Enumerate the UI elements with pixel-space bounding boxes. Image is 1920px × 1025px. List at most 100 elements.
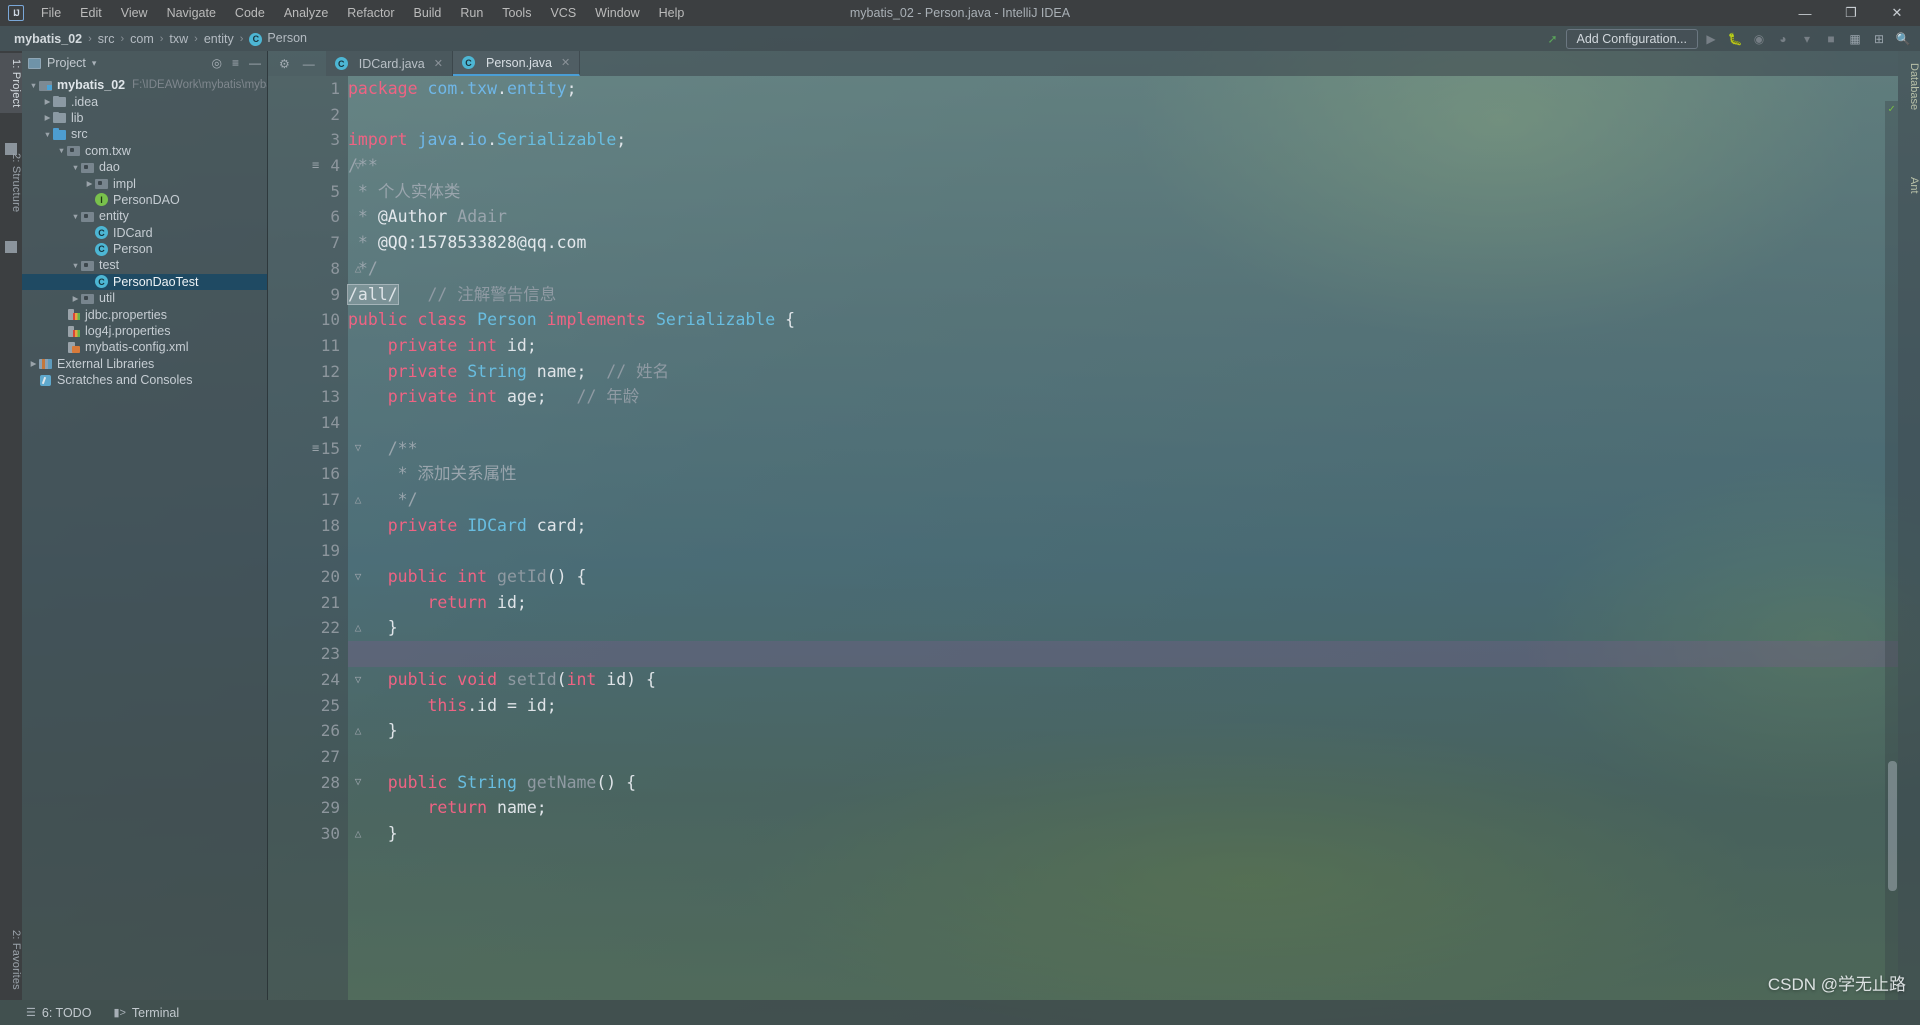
code-line[interactable]: * @Author Adair (348, 204, 1898, 230)
tree-node-persondao[interactable]: I PersonDAO (22, 192, 267, 208)
breadcrumb-project[interactable]: mybatis_02 (9, 30, 87, 48)
line-number-gutter[interactable]: 1 2 3 ≡ 4 ▽ 5 6 7 8 △ 9 10 11 12 13 14 ≡ 15 ▽ 16 17 △ 18 19 20 ▽ 21… (268, 76, 362, 1000)
code-line[interactable]: private IDCard card; (348, 513, 1898, 539)
hide-panel-icon[interactable]: — (249, 56, 261, 70)
minimize-button[interactable]: — (1782, 0, 1828, 26)
gutter-line[interactable]: 27 (268, 744, 348, 770)
code-line[interactable]: import java.io.Serializable; (348, 127, 1898, 153)
search-everywhere-icon[interactable]: 🔍 (1892, 28, 1914, 49)
chevron-right-icon[interactable]: ▶ (70, 294, 81, 303)
code-line[interactable]: * @QQ:1578533828@qq.com (348, 230, 1898, 256)
settings-gear-icon[interactable]: ⚙ (279, 57, 290, 71)
gutter-line[interactable]: 21 (268, 590, 348, 616)
breadcrumb-item-com[interactable]: com (125, 30, 159, 48)
gutter-line[interactable]: 7 (268, 230, 348, 256)
gutter-line[interactable]: ≡ 4 ▽ (268, 153, 361, 179)
gutter-line[interactable]: 14 (268, 410, 348, 436)
target-icon[interactable]: ◎ (212, 56, 222, 70)
add-configuration-button[interactable]: Add Configuration... (1565, 28, 1698, 49)
code-line[interactable]: } (348, 615, 1898, 641)
gutter-line[interactable]: 18 (268, 513, 348, 539)
chevron-down-icon[interactable]: ▾ (92, 58, 97, 69)
editor-scrollbar[interactable]: ✓ (1885, 101, 1898, 1000)
tree-node-src[interactable]: ▼ src (22, 126, 267, 142)
gutter-line[interactable]: 3 (268, 127, 348, 153)
maximize-button[interactable]: ❐ (1828, 0, 1874, 26)
code-line[interactable]: */ (348, 487, 1898, 513)
menu-item-vcs[interactable]: VCS (541, 2, 585, 24)
select-opened-file-icon[interactable]: ⊞ (1868, 28, 1890, 49)
gutter-line[interactable]: 11 (268, 333, 348, 359)
profiler-icon[interactable]: ◕ (1772, 28, 1794, 49)
chevron-down-icon[interactable]: ▾ (1796, 28, 1818, 49)
breadcrumb-item-txw[interactable]: txw (164, 30, 193, 48)
tree-node-util[interactable]: ▶ util (22, 290, 267, 306)
sidebar-item-project[interactable]: 1: Project (0, 53, 22, 114)
code-line[interactable] (348, 538, 1898, 564)
menu-item-window[interactable]: Window (586, 2, 648, 24)
scrollbar-thumb[interactable] (1888, 761, 1897, 891)
close-button[interactable]: ✕ (1874, 0, 1920, 26)
chevron-down-icon[interactable]: ▼ (70, 163, 81, 172)
gutter-line[interactable]: 2 (268, 102, 348, 128)
code-line[interactable] (348, 102, 1898, 128)
menu-item-tools[interactable]: Tools (493, 2, 540, 24)
breadcrumb-item-src[interactable]: src (93, 30, 120, 48)
gutter-line[interactable]: 29 (268, 795, 348, 821)
code-line[interactable] (348, 641, 1898, 667)
tree-node--idea[interactable]: ▶ .idea (22, 93, 267, 109)
code-line[interactable]: public int getId() { (348, 564, 1898, 590)
editor-tab-idcard-java[interactable]: C IDCard.java ✕ (325, 51, 453, 76)
code-line[interactable] (348, 410, 1898, 436)
menu-item-help[interactable]: Help (650, 2, 694, 24)
tree-node-dao[interactable]: ▼ dao (22, 159, 267, 175)
chevron-right-icon[interactable]: ▶ (42, 97, 53, 106)
gutter-line[interactable]: 25 (268, 693, 348, 719)
gutter-line[interactable]: 20 ▽ (268, 564, 362, 590)
menu-item-edit[interactable]: Edit (71, 2, 111, 24)
code-line[interactable]: } (348, 718, 1898, 744)
code-line[interactable]: */ (348, 256, 1898, 282)
code-editor[interactable]: 1 2 3 ≡ 4 ▽ 5 6 7 8 △ 9 10 11 12 13 14 ≡ 15 ▽ 16 17 △ 18 19 20 ▽ 21… (268, 76, 1898, 1000)
menu-item-code[interactable]: Code (226, 2, 274, 24)
debug-icon[interactable]: 🐛 (1724, 28, 1746, 49)
tree-node-persondaotest[interactable]: C PersonDaoTest (22, 273, 267, 291)
javadoc-annotation-icon[interactable]: ≡ (312, 436, 326, 462)
collapse-all-icon[interactable]: ≡ (232, 56, 239, 70)
status-terminal-button[interactable]: ▮> Terminal (113, 1006, 179, 1020)
code-content[interactable]: package com.txw.entity; import java.io.S… (347, 76, 1898, 1000)
menu-item-navigate[interactable]: Navigate (158, 2, 225, 24)
gutter-line[interactable]: 28 ▽ (268, 770, 362, 796)
gutter-line[interactable]: 5 (268, 179, 348, 205)
chevron-down-icon[interactable]: ▼ (70, 261, 81, 270)
gutter-line[interactable]: 9 (268, 282, 348, 308)
tree-node-mybatis-02[interactable]: ▼ mybatis_02 F:\IDEAWork\mybatis\mybatis_0… (22, 77, 267, 93)
menu-item-refactor[interactable]: Refactor (338, 2, 403, 24)
code-line[interactable]: private int age; // 年龄 (348, 384, 1898, 410)
code-line[interactable]: package com.txw.entity; (348, 76, 1898, 102)
run-coverage-icon[interactable]: ◉ (1748, 28, 1770, 49)
run-icon[interactable]: ▶ (1700, 28, 1722, 49)
code-line[interactable]: /** (348, 153, 1898, 179)
chevron-down-icon[interactable]: ▼ (70, 212, 81, 221)
sidebar-item-database[interactable]: Database (1898, 57, 1920, 116)
tree-node-impl[interactable]: ▶ impl (22, 175, 267, 191)
code-line[interactable]: private int id; (348, 333, 1898, 359)
breadcrumb-file[interactable]: C Person (244, 29, 312, 48)
project-tree[interactable]: ▼ mybatis_02 F:\IDEAWork\mybatis\mybatis_0… (22, 75, 267, 1000)
gutter-line[interactable]: 13 (268, 384, 348, 410)
menu-item-build[interactable]: Build (405, 2, 451, 24)
tree-node-mybatis-config-xml[interactable]: mybatis-config.xml (22, 339, 267, 355)
sidebar-item-favorites[interactable]: 2: Favorites (0, 924, 22, 996)
inspection-status-icon[interactable]: ✓ (1886, 103, 1897, 114)
gutter-line[interactable]: 24 ▽ (268, 667, 362, 693)
vcs-update-icon[interactable]: ➚ (1542, 28, 1564, 49)
menu-item-view[interactable]: View (112, 2, 157, 24)
gutter-line[interactable]: 8 △ (268, 256, 361, 282)
gutter-line[interactable]: 22 △ (268, 615, 362, 641)
tree-node-external-libraries[interactable]: ▶ External Libraries (22, 356, 267, 372)
menu-item-run[interactable]: Run (451, 2, 492, 24)
gutter-line[interactable]: 6 (268, 204, 348, 230)
tree-node-log4j-properties[interactable]: log4j.properties (22, 323, 267, 339)
chevron-down-icon[interactable]: ▼ (28, 81, 39, 90)
